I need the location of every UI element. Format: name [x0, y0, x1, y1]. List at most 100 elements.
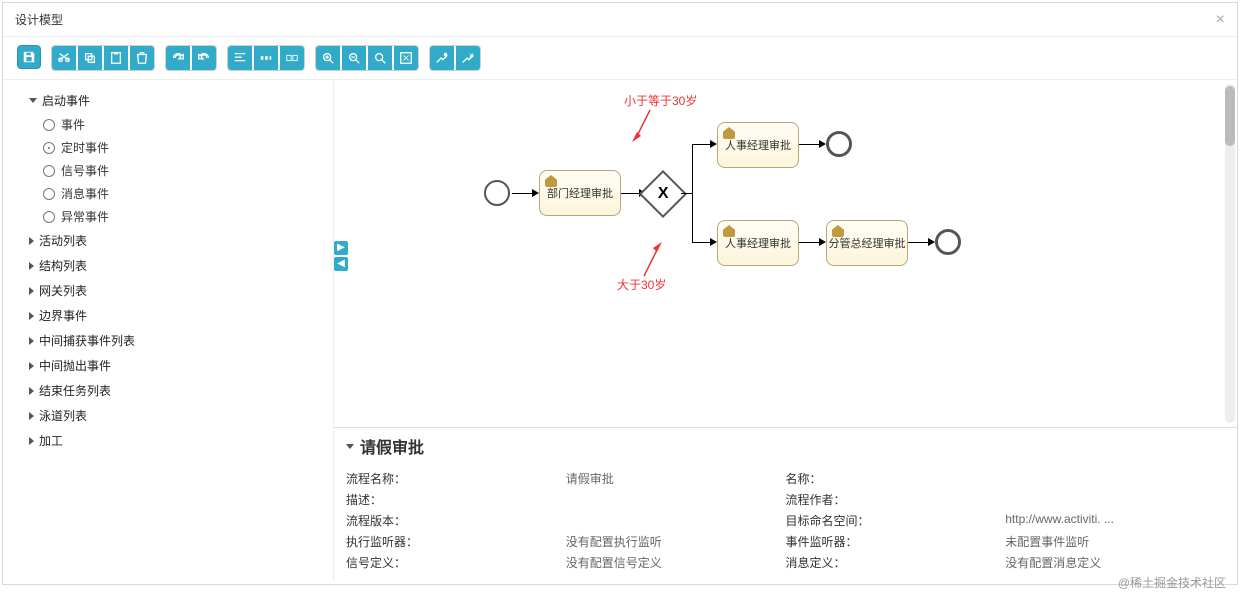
flow[interactable] — [692, 144, 712, 145]
bendpoint-add-button[interactable] — [430, 46, 454, 70]
task-hr-mgr-2[interactable]: 人事经理审批 — [717, 220, 799, 266]
envelope-icon — [43, 188, 55, 200]
zoom-reset-button[interactable] — [368, 46, 392, 70]
start-events-children: 事件 定时事件 信号事件 消息事件 异常事件 — [21, 113, 315, 228]
group-end[interactable]: 结束任务列表 — [21, 378, 315, 403]
exclusive-gateway[interactable]: X — [639, 170, 687, 218]
save-button[interactable] — [17, 45, 41, 69]
bendpoint-remove-button[interactable] — [456, 46, 480, 70]
group-boundary[interactable]: 边界事件 — [21, 303, 315, 328]
palette-expand-icon[interactable]: ▶ — [334, 241, 348, 255]
group-catch[interactable]: 中间捕获事件列表 — [21, 328, 315, 353]
palette-toggle: ▶ ◀ — [334, 240, 348, 272]
scrollbar-thumb[interactable] — [1225, 86, 1235, 146]
zoom-fit-button[interactable] — [394, 46, 418, 70]
flow[interactable] — [799, 144, 821, 145]
prop-value[interactable] — [566, 512, 786, 529]
paste-button[interactable] — [104, 46, 128, 70]
prop-value[interactable] — [566, 491, 786, 508]
content: 启动事件 事件 定时事件 信号事件 消息事件 异常事件 活动列表 结构列表 网关… — [3, 80, 1237, 581]
arrow-icon — [532, 189, 539, 197]
shape-error-start[interactable]: 异常事件 — [43, 205, 315, 228]
group-process[interactable]: 加工 — [21, 428, 315, 453]
arrow-icon — [928, 238, 935, 246]
start-event[interactable] — [484, 180, 510, 206]
prop-label: 描述： — [346, 491, 566, 508]
arrow-icon — [710, 140, 717, 148]
prop-value[interactable] — [1005, 491, 1225, 508]
prop-value[interactable]: 请假审批 — [566, 470, 786, 487]
chevron-right-icon — [29, 262, 34, 270]
bpmn-canvas[interactable]: ▶ ◀ 小于等于30岁 部门经理审批 X 人事经理审批 — [334, 80, 1237, 427]
clock-icon — [43, 142, 55, 154]
dialog-title: 设计模型 — [15, 3, 63, 37]
chevron-right-icon — [29, 312, 34, 320]
chevron-right-icon — [29, 337, 34, 345]
chevron-right-icon — [29, 287, 34, 295]
prop-label: 流程名称： — [346, 470, 566, 487]
dialog: 设计模型 × 启动事件 — [2, 2, 1238, 585]
task-dept-mgr[interactable]: 部门经理审批 — [539, 170, 621, 216]
align-button[interactable] — [228, 46, 252, 70]
cut-button[interactable] — [52, 46, 76, 70]
flow[interactable] — [692, 242, 712, 243]
prop-value[interactable]: 没有配置信号定义 — [566, 554, 786, 571]
chevron-right-icon — [29, 412, 34, 420]
chevron-right-icon — [29, 437, 34, 445]
group-activities[interactable]: 活动列表 — [21, 228, 315, 253]
red-arrow-top-icon — [632, 108, 662, 144]
prop-label: 信号定义： — [346, 554, 566, 571]
chevron-down-icon — [346, 444, 354, 449]
task-div-mgr[interactable]: 分管总经理审批 — [826, 220, 908, 266]
zoom-out-button[interactable] — [342, 46, 366, 70]
chevron-right-icon — [29, 362, 34, 370]
x-icon: X — [658, 185, 669, 203]
props-right: 名称： 流程作者： 目标命名空间：http://www.activiti. ..… — [786, 470, 1226, 571]
undo-button[interactable] — [192, 46, 216, 70]
redo-button[interactable] — [166, 46, 190, 70]
copy-button[interactable] — [78, 46, 102, 70]
palette-collapse-icon[interactable]: ◀ — [334, 257, 348, 271]
signal-icon — [43, 165, 55, 177]
group-start-events[interactable]: 启动事件 — [21, 88, 315, 113]
shape-none-start[interactable]: 事件 — [43, 113, 315, 136]
props-body: 流程名称：请假审批 描述： 流程版本： 执行监听器：没有配置执行监听 信号定义：… — [334, 464, 1237, 581]
props-header[interactable]: 请假审批 — [334, 428, 1237, 464]
prop-value[interactable]: 没有配置消息定义 — [1005, 554, 1225, 571]
prop-label: 流程作者： — [786, 491, 1006, 508]
shape-message-start[interactable]: 消息事件 — [43, 182, 315, 205]
prop-label: 名称： — [786, 470, 1006, 487]
error-icon — [43, 211, 55, 223]
prop-value[interactable] — [1005, 470, 1225, 487]
group-throw[interactable]: 中间抛出事件 — [21, 353, 315, 378]
group-gateways[interactable]: 网关列表 — [21, 278, 315, 303]
group-structures[interactable]: 结构列表 — [21, 253, 315, 278]
arrow-icon — [710, 238, 717, 246]
distribute-button[interactable] — [254, 46, 278, 70]
flow[interactable] — [692, 144, 693, 242]
task-hr-mgr-1[interactable]: 人事经理审批 — [717, 122, 799, 168]
chevron-right-icon — [29, 387, 34, 395]
vertical-scrollbar[interactable] — [1225, 84, 1235, 423]
size-button[interactable] — [280, 46, 304, 70]
flow[interactable] — [512, 193, 534, 194]
flow[interactable] — [908, 242, 930, 243]
shape-signal-start[interactable]: 信号事件 — [43, 159, 315, 182]
shape-timer-start[interactable]: 定时事件 — [43, 136, 315, 159]
prop-value[interactable]: http://www.activiti. ... — [1005, 512, 1225, 529]
end-event-1[interactable] — [826, 131, 852, 157]
properties-panel: 请假审批 流程名称：请假审批 描述： 流程版本： 执行监听器：没有配置执行监听 … — [334, 427, 1237, 581]
group-label: 启动事件 — [42, 92, 90, 109]
prop-label: 事件监听器： — [786, 533, 1006, 550]
close-icon[interactable]: × — [1216, 3, 1225, 37]
prop-value[interactable]: 没有配置执行监听 — [566, 533, 786, 550]
zoom-in-button[interactable] — [316, 46, 340, 70]
prop-value[interactable]: 未配置事件监听 — [1005, 533, 1225, 550]
prop-label: 执行监听器： — [346, 533, 566, 550]
group-swimlane[interactable]: 泳道列表 — [21, 403, 315, 428]
delete-button[interactable] — [130, 46, 154, 70]
props-title: 请假审批 — [360, 434, 424, 458]
flow[interactable] — [799, 242, 821, 243]
end-event-2[interactable] — [935, 229, 961, 255]
arrow-icon — [819, 238, 826, 246]
